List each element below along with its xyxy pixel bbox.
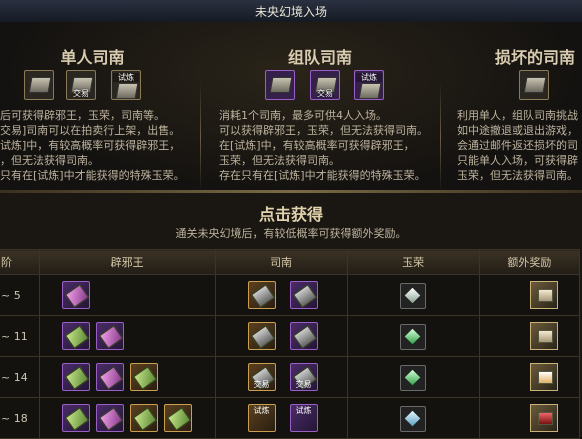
bixie-card-icon[interactable] bbox=[61, 404, 90, 432]
stage-label: ~ 18 bbox=[0, 397, 40, 439]
party-compass-trade-icon[interactable]: 交易 bbox=[310, 70, 340, 100]
party-compass-icon[interactable] bbox=[289, 281, 318, 309]
jade-gem-icon[interactable] bbox=[399, 324, 426, 350]
solo-compass-desc: 后可获得辟邪王，玉荣，司南等。 交易]司南可以在拍卖行上架，出售。 试炼]中，有… bbox=[0, 109, 185, 182]
jade-gem-icon[interactable] bbox=[399, 283, 426, 309]
table-row: ~ 18 试炼 试炼 bbox=[0, 397, 581, 439]
bixie-card-icon[interactable] bbox=[129, 363, 158, 391]
table-row: ~ 11 bbox=[0, 315, 581, 357]
broken-compass-desc: 利用单人，组队司南挑战 如中途撤退或退出游戏， 会通过邮件返还损坏的司 只能单人… bbox=[457, 109, 578, 182]
window-title: 未央幻境入场 bbox=[254, 5, 327, 19]
extra-box-icon[interactable] bbox=[529, 281, 558, 309]
reward-panel: 点击获得 通关未央幻境后，有较低概率可获得额外奖励。 阶 辟邪王 司南 玉荣 额… bbox=[0, 193, 582, 439]
table-row: ~ 14 交易 交易 bbox=[0, 356, 581, 398]
reward-subtitle: 通关未央幻境后，有较低概率可获得额外奖励。 bbox=[175, 227, 407, 240]
stage-label: ~ 11 bbox=[0, 315, 40, 357]
header-sinan: 司南 bbox=[214, 249, 348, 275]
header-yurong: 玉荣 bbox=[346, 249, 480, 275]
dungeon-info-panel: 单人司南 组队司南 损坏的司南 交易 试炼 交易 试炼 后可获得辟邪王，玉荣，司… bbox=[0, 22, 582, 192]
bixie-card-icon[interactable] bbox=[61, 281, 90, 309]
compass-icon[interactable] bbox=[247, 322, 276, 350]
reward-header-row: 阶 辟邪王 司南 玉荣 额外奖励 bbox=[0, 249, 581, 275]
window-titlebar: 未央幻境入场 bbox=[0, 0, 582, 23]
compass-trial-icon[interactable]: 试炼 bbox=[247, 404, 276, 432]
party-compass-icon[interactable] bbox=[289, 322, 318, 350]
stage-label: ~ 14 bbox=[0, 356, 40, 398]
bixie-card-icon[interactable] bbox=[61, 322, 90, 350]
solo-compass-icon[interactable] bbox=[24, 70, 54, 100]
extra-cube-icon[interactable] bbox=[529, 363, 558, 391]
solo-compass-title: 单人司南 bbox=[60, 48, 125, 67]
compass-trade-icon[interactable]: 交易 bbox=[247, 363, 276, 391]
header-extra: 额外奖励 bbox=[478, 249, 581, 275]
broken-compass-icon[interactable] bbox=[519, 70, 549, 100]
party-compass-trial-icon[interactable]: 试炼 bbox=[289, 404, 318, 432]
jade-gem-icon[interactable] bbox=[399, 365, 426, 391]
bixie-card-icon[interactable] bbox=[129, 404, 158, 432]
compass-icon[interactable] bbox=[247, 281, 276, 309]
stage-label: ~ 5 bbox=[0, 274, 40, 316]
party-compass-trade-icon[interactable]: 交易 bbox=[289, 363, 318, 391]
bixie-card-icon[interactable] bbox=[95, 404, 124, 432]
jade-gem-icon[interactable] bbox=[399, 406, 426, 432]
solo-compass-trade-icon[interactable]: 交易 bbox=[66, 70, 96, 100]
party-compass-desc: 消耗1个司南，最多可供4人入场。 可以获得辟邪王，玉荣，但无法获得司南。 在[试… bbox=[219, 109, 428, 182]
reward-title: 点击获得 bbox=[258, 205, 323, 224]
table-row: ~ 5 bbox=[0, 274, 581, 316]
bixie-card-icon[interactable] bbox=[95, 363, 124, 391]
extra-red-box-icon[interactable] bbox=[529, 404, 558, 432]
bixie-card-icon[interactable] bbox=[163, 404, 192, 432]
column-divider bbox=[200, 82, 201, 192]
party-compass-title: 组队司南 bbox=[287, 48, 352, 67]
solo-compass-trial-icon[interactable]: 试炼 bbox=[111, 70, 141, 100]
column-divider bbox=[440, 82, 441, 192]
bixie-card-icon[interactable] bbox=[61, 363, 90, 391]
header-stage: 阶 bbox=[0, 249, 40, 275]
header-bixie: 辟邪王 bbox=[38, 249, 216, 275]
broken-compass-title: 损坏的司南 bbox=[494, 48, 575, 67]
reward-table: 阶 辟邪王 司南 玉荣 额外奖励 ~ 5 ~ 11 ~ 14 交易 交易 ~ 1… bbox=[0, 249, 581, 439]
party-compass-trial-icon[interactable]: 试炼 bbox=[354, 70, 384, 100]
extra-box-icon[interactable] bbox=[529, 322, 558, 350]
party-compass-icon[interactable] bbox=[265, 70, 295, 100]
bixie-card-icon[interactable] bbox=[95, 322, 124, 350]
